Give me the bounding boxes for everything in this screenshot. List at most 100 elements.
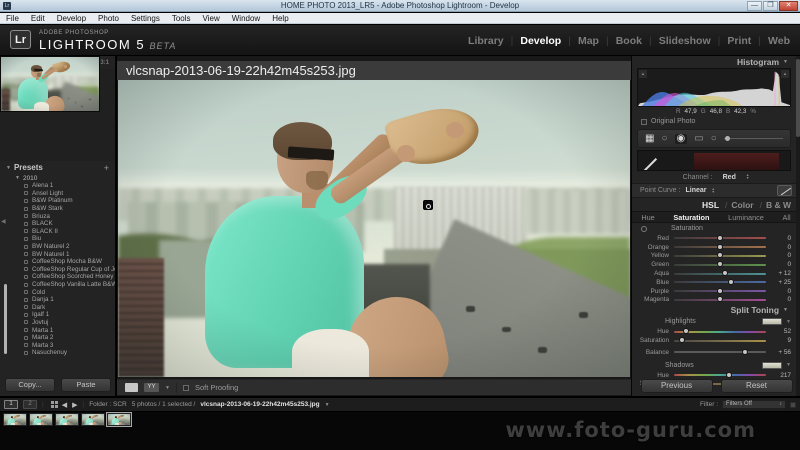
left-panel-scrollbar[interactable]: [4, 284, 7, 354]
hsl-tab[interactable]: All: [783, 213, 791, 222]
hsl-header-option[interactable]: Color: [721, 200, 753, 210]
channel-value[interactable]: Red: [723, 174, 736, 181]
before-after-icon[interactable]: YY: [144, 383, 159, 392]
histogram-header[interactable]: Histogram ▼: [632, 56, 800, 68]
slider-track[interactable]: [674, 278, 766, 285]
grid-view-icon[interactable]: [50, 401, 54, 404]
preset-item[interactable]: Ansel Light: [0, 190, 115, 198]
preset-item[interactable]: Biu: [0, 235, 115, 243]
module-tab[interactable]: Print: [711, 35, 751, 47]
crop-tool-icon[interactable]: ▦: [645, 133, 654, 144]
slider-knob[interactable]: [683, 328, 690, 335]
slider-knob[interactable]: [716, 252, 723, 259]
preset-item[interactable]: Nasuchenuy: [0, 349, 115, 357]
edit-point-curve-button[interactable]: [777, 185, 792, 196]
targeted-adjustment-icon[interactable]: [641, 225, 647, 232]
hsl-tab[interactable]: Luminance: [728, 213, 764, 222]
slider-value[interactable]: 52: [766, 328, 791, 335]
updown-arrows-icon[interactable]: ▲ ▼: [711, 187, 714, 194]
graduated-filter-tool-icon[interactable]: ▭: [694, 133, 703, 144]
soft-proofing-checkbox[interactable]: [182, 384, 189, 391]
slider-track[interactable]: [674, 243, 766, 250]
slider-track[interactable]: [674, 348, 766, 355]
preset-item[interactable]: BW Naturel 1: [0, 250, 115, 258]
tool-slider[interactable]: [723, 135, 783, 141]
slider-track[interactable]: [674, 371, 766, 378]
preset-item[interactable]: Marta 1: [0, 326, 115, 334]
menu-item[interactable]: Tools: [172, 14, 191, 23]
close-button[interactable]: ✕: [779, 1, 798, 11]
slider-value[interactable]: 0: [766, 288, 791, 295]
slider-knob[interactable]: [716, 234, 723, 241]
preset-item[interactable]: Dark: [0, 304, 115, 312]
chevron-down-icon[interactable]: ▼: [325, 402, 330, 408]
preset-item[interactable]: Marta 2: [0, 334, 115, 342]
preset-item[interactable]: CoffeeShop Vanilla Latte B&W: [0, 281, 115, 289]
slider-knob[interactable]: [727, 278, 734, 285]
preset-folder[interactable]: ▼ 2010: [0, 174, 115, 182]
slider-track[interactable]: [674, 261, 766, 268]
highlight-clipping-indicator[interactable]: ▲: [781, 70, 789, 78]
image-canvas[interactable]: [118, 80, 630, 377]
module-tab[interactable]: Book: [599, 35, 642, 47]
slider-value[interactable]: 0: [766, 235, 791, 242]
menu-item[interactable]: Settings: [131, 14, 160, 23]
preset-item[interactable]: CoffeeShop Scorched Honey: [0, 273, 115, 281]
menu-item[interactable]: View: [203, 14, 220, 23]
chevron-down-icon[interactable]: ▼: [786, 362, 791, 368]
current-file-breadcrumb[interactable]: vlcsnap-2013-06-19-22h42m45s253.jpg: [200, 401, 319, 408]
slider-knob[interactable]: [722, 270, 729, 277]
preset-item[interactable]: Alena 1: [0, 182, 115, 190]
slider-knob[interactable]: [716, 296, 723, 303]
navigator-preview[interactable]: [0, 56, 100, 112]
menu-item[interactable]: Window: [232, 14, 260, 23]
slider-value[interactable]: 0: [766, 296, 791, 303]
chevron-down-icon[interactable]: ▼: [786, 319, 791, 325]
updown-arrows-icon[interactable]: ▲ ▼: [746, 173, 749, 180]
slider-knob[interactable]: [716, 287, 723, 294]
preset-item[interactable]: B&W Platinum: [0, 197, 115, 205]
previous-button[interactable]: Previous: [640, 379, 713, 393]
filmstrip-thumbnail[interactable]: [55, 413, 79, 426]
slider-track[interactable]: [674, 287, 766, 294]
module-tab[interactable]: Map: [561, 35, 599, 47]
tone-curve-panel[interactable]: [637, 150, 791, 171]
slider-value[interactable]: 217: [766, 372, 791, 379]
preset-item[interactable]: Jovtuj: [0, 319, 115, 327]
second-window-button[interactable]: 2: [23, 400, 37, 409]
preset-item[interactable]: BW Naturel 2: [0, 243, 115, 251]
shadow-clipping-indicator[interactable]: ▲: [639, 70, 647, 78]
main-window-button[interactable]: 1: [4, 400, 18, 409]
right-panel-scrollbar[interactable]: [796, 56, 800, 396]
shadows-color-swatch[interactable]: [762, 361, 783, 369]
hsl-header-option[interactable]: B & W: [756, 200, 791, 210]
preset-item[interactable]: Marta 3: [0, 341, 115, 349]
slider-value[interactable]: 9: [766, 337, 791, 344]
menu-item[interactable]: Photo: [98, 14, 119, 23]
histogram[interactable]: ▲ ▲: [637, 68, 791, 107]
preset-item[interactable]: Cold: [0, 288, 115, 296]
module-tab[interactable]: Web: [751, 35, 790, 47]
slider-value[interactable]: 0: [766, 261, 791, 268]
hsl-tab[interactable]: Hue: [641, 213, 654, 222]
slider-knob[interactable]: [725, 371, 732, 378]
presets-header[interactable]: ▼ Presets +: [0, 161, 115, 174]
slider-track[interactable]: [674, 234, 766, 241]
preset-item[interactable]: BLACK II: [0, 228, 115, 236]
slider-value[interactable]: 0: [766, 244, 791, 251]
filter-dropdown[interactable]: Filters Off ↕: [722, 400, 786, 409]
original-photo-checkbox[interactable]: [641, 118, 647, 125]
filmstrip-thumbnail[interactable]: [3, 413, 27, 426]
preset-item[interactable]: B&W Stark: [0, 205, 115, 213]
slider-value[interactable]: + 12: [766, 270, 791, 277]
slider-track[interactable]: [674, 337, 766, 344]
menu-item[interactable]: Edit: [31, 14, 45, 23]
red-eye-tool-icon[interactable]: ◉: [674, 133, 688, 144]
minimize-button[interactable]: —: [747, 1, 762, 11]
slider-value[interactable]: + 25: [766, 279, 791, 286]
preset-item[interactable]: Briuza: [0, 212, 115, 220]
loupe-view-icon[interactable]: [125, 383, 138, 392]
slider-track[interactable]: [674, 328, 766, 335]
next-photo-arrow-icon[interactable]: ▶: [72, 401, 77, 409]
slider-knob[interactable]: [678, 337, 685, 344]
